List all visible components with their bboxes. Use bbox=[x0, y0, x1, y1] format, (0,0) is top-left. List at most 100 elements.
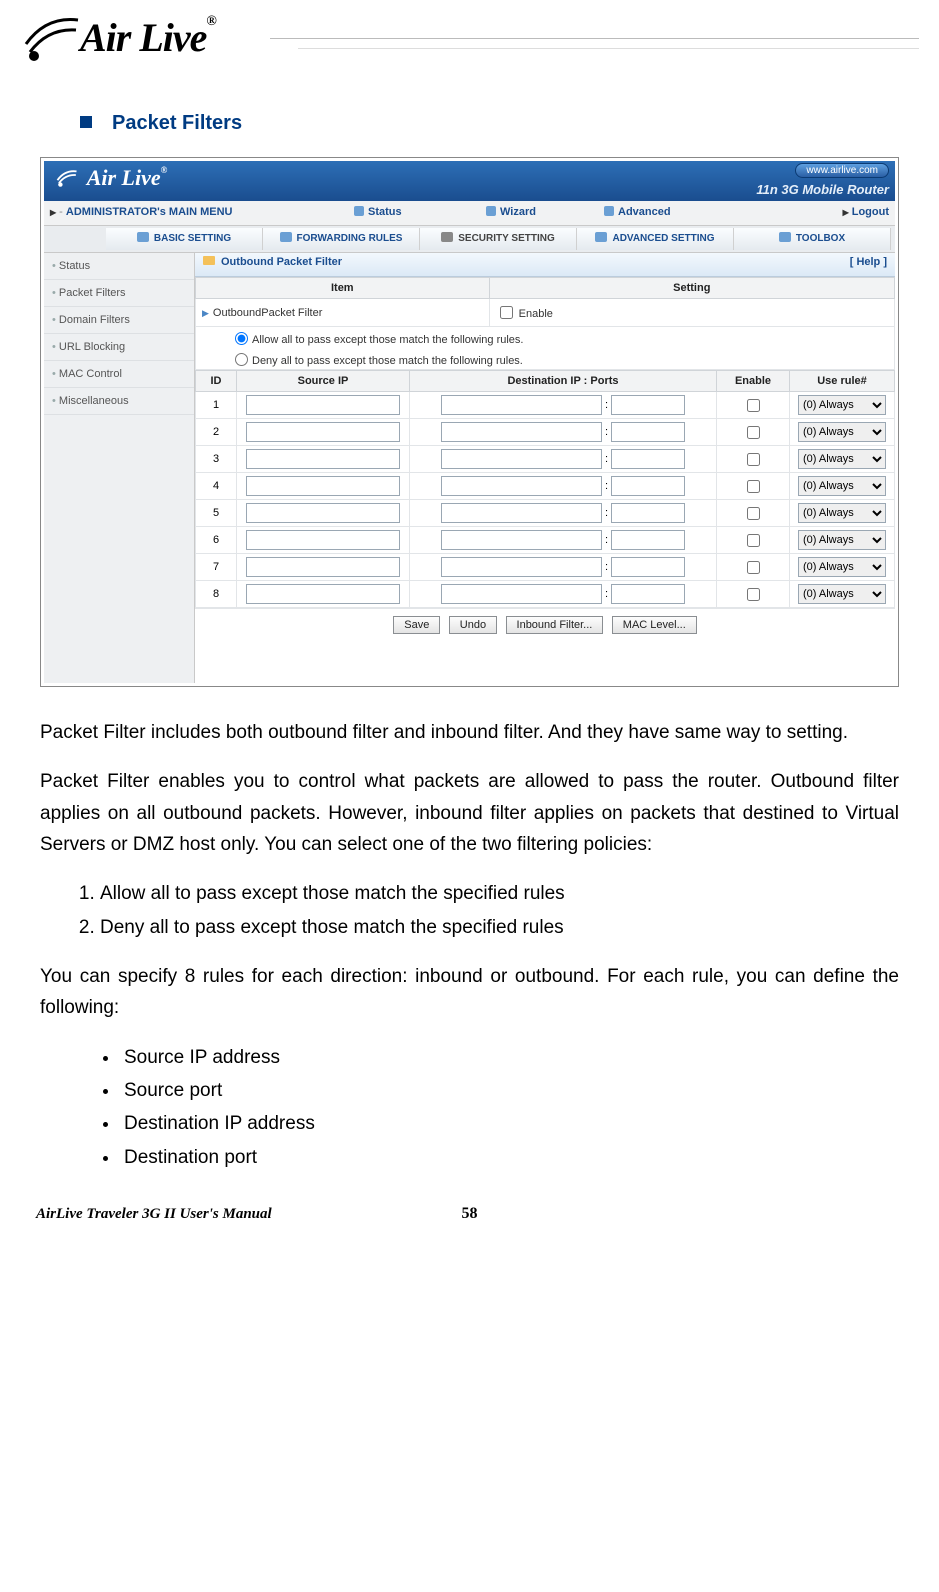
router-brand: Air Live® bbox=[52, 165, 167, 191]
page-number: 58 bbox=[462, 1205, 478, 1223]
rule-enable-checkbox[interactable] bbox=[747, 453, 760, 466]
row-id: 8 bbox=[196, 581, 237, 608]
screenshot-panel: Air Live® www.airlive.com 11n 3G Mobile … bbox=[40, 157, 899, 687]
use-rule-select[interactable]: (0) Always bbox=[798, 395, 886, 415]
source-ip-input[interactable] bbox=[246, 476, 400, 496]
tab-advanced-setting[interactable]: ADVANCED SETTING bbox=[577, 228, 734, 250]
rule-enable-checkbox[interactable] bbox=[747, 561, 760, 574]
url-pill[interactable]: www.airlive.com bbox=[795, 163, 889, 178]
menu-logout[interactable]: ▶Logout bbox=[843, 206, 889, 218]
use-rule-select[interactable]: (0) Always bbox=[798, 584, 886, 604]
tab-forwarding-rules[interactable]: FORWARDING RULES bbox=[263, 228, 420, 250]
dest-port-input[interactable] bbox=[611, 449, 685, 469]
source-ip-input[interactable] bbox=[246, 557, 400, 577]
folder-icon bbox=[203, 256, 215, 265]
use-rule-select[interactable]: (0) Always bbox=[798, 503, 886, 523]
dest-ip-input[interactable] bbox=[441, 395, 602, 415]
sidebar-item-miscellaneous[interactable]: Miscellaneous bbox=[44, 388, 194, 415]
row-id: 1 bbox=[196, 392, 237, 419]
col-dest-ip-ports: Destination IP : Ports bbox=[410, 371, 717, 392]
sidebar: Status Packet Filters Domain Filters URL… bbox=[44, 253, 195, 683]
triangle-icon: ▶ bbox=[202, 308, 209, 318]
inbound-filter-button[interactable]: Inbound Filter... bbox=[506, 616, 604, 634]
dest-ip-input[interactable] bbox=[441, 476, 602, 496]
brand-text: Air Live bbox=[80, 15, 206, 60]
source-ip-input[interactable] bbox=[246, 449, 400, 469]
use-rule-select[interactable]: (0) Always bbox=[798, 530, 886, 550]
dest-ip-input[interactable] bbox=[441, 449, 602, 469]
source-ip-input[interactable] bbox=[246, 530, 400, 550]
col-item: Item bbox=[196, 278, 490, 299]
dest-port-input[interactable] bbox=[611, 557, 685, 577]
source-ip-input[interactable] bbox=[246, 395, 400, 415]
list-item: Destination IP address bbox=[120, 1108, 899, 1139]
rule-enable-checkbox[interactable] bbox=[747, 480, 760, 493]
dest-ip-input[interactable] bbox=[441, 422, 602, 442]
menu-advanced[interactable]: Advanced bbox=[604, 206, 671, 218]
dest-port-input[interactable] bbox=[611, 503, 685, 523]
rule-enable-checkbox[interactable] bbox=[747, 534, 760, 547]
dest-port-input[interactable] bbox=[611, 584, 685, 604]
dest-ip-input[interactable] bbox=[441, 503, 602, 523]
sidebar-item-status[interactable]: Status bbox=[44, 253, 194, 280]
menu-wizard[interactable]: Wizard bbox=[486, 206, 536, 218]
dest-ip-input[interactable] bbox=[441, 557, 602, 577]
table-row: 5 : (0) Always bbox=[196, 500, 895, 527]
dest-ip-input[interactable] bbox=[441, 584, 602, 604]
dest-port-input[interactable] bbox=[611, 530, 685, 550]
table-row: 6 : (0) Always bbox=[196, 527, 895, 554]
use-rule-select[interactable]: (0) Always bbox=[798, 476, 886, 496]
col-id: ID bbox=[196, 371, 237, 392]
outbound-filter-setting: Enable bbox=[489, 299, 894, 327]
section-title: Packet Filters bbox=[80, 112, 899, 135]
table-row: 7 : (0) Always bbox=[196, 554, 895, 581]
use-rule-select[interactable]: (0) Always bbox=[798, 557, 886, 577]
tab-icon bbox=[441, 232, 453, 242]
policy-allow-row: Allow all to pass except those match the… bbox=[196, 327, 894, 348]
use-rule-select[interactable]: (0) Always bbox=[798, 449, 886, 469]
paragraph: You can specify 8 rules for each directi… bbox=[40, 961, 899, 1024]
dest-port-input[interactable] bbox=[611, 395, 685, 415]
use-rule-select[interactable]: (0) Always bbox=[798, 422, 886, 442]
col-use-rule: Use rule# bbox=[790, 371, 895, 392]
save-button[interactable]: Save bbox=[393, 616, 440, 634]
dest-port-input[interactable] bbox=[611, 476, 685, 496]
rule-enable-checkbox[interactable] bbox=[747, 588, 760, 601]
main-menu: ▶- ADMINISTRATOR's MAIN MENU Status Wiza… bbox=[44, 201, 895, 226]
registered-icon: ® bbox=[206, 14, 215, 29]
tab-icon bbox=[280, 232, 292, 242]
source-ip-input[interactable] bbox=[246, 422, 400, 442]
menu-status[interactable]: Status bbox=[354, 206, 402, 218]
list-item: Source IP address bbox=[120, 1042, 899, 1073]
policy-deny-radio[interactable] bbox=[235, 353, 248, 366]
help-link[interactable]: [ Help ] bbox=[850, 256, 887, 268]
tab-row: BASIC SETTING FORWARDING RULES SECURITY … bbox=[44, 226, 895, 253]
enable-checkbox[interactable] bbox=[500, 306, 513, 319]
row-id: 6 bbox=[196, 527, 237, 554]
tab-security-setting[interactable]: SECURITY SETTING bbox=[420, 228, 577, 250]
tab-icon bbox=[595, 232, 607, 242]
sidebar-item-url-blocking[interactable]: URL Blocking bbox=[44, 334, 194, 361]
sidebar-item-mac-control[interactable]: MAC Control bbox=[44, 361, 194, 388]
mac-level-button[interactable]: MAC Level... bbox=[612, 616, 697, 634]
tab-basic-setting[interactable]: BASIC SETTING bbox=[106, 228, 263, 250]
source-ip-input[interactable] bbox=[246, 584, 400, 604]
dest-port-input[interactable] bbox=[611, 422, 685, 442]
tab-toolbox[interactable]: TOOLBOX bbox=[734, 228, 891, 250]
table-row: 4 : (0) Always bbox=[196, 473, 895, 500]
page-header: Air Live® bbox=[40, 18, 899, 88]
source-ip-input[interactable] bbox=[246, 503, 400, 523]
dest-ip-input[interactable] bbox=[441, 530, 602, 550]
section-title-text: Packet Filters bbox=[112, 112, 242, 134]
rule-enable-checkbox[interactable] bbox=[747, 507, 760, 520]
policy-allow-radio[interactable] bbox=[235, 332, 248, 345]
enable-label: Enable bbox=[519, 308, 553, 320]
wizard-icon bbox=[486, 206, 496, 216]
tab-icon bbox=[779, 232, 791, 242]
rule-enable-checkbox[interactable] bbox=[747, 426, 760, 439]
undo-button[interactable]: Undo bbox=[449, 616, 497, 634]
sidebar-item-packet-filters[interactable]: Packet Filters bbox=[44, 280, 194, 307]
sidebar-item-domain-filters[interactable]: Domain Filters bbox=[44, 307, 194, 334]
paragraph: Packet Filter enables you to control wha… bbox=[40, 766, 899, 860]
rule-enable-checkbox[interactable] bbox=[747, 399, 760, 412]
